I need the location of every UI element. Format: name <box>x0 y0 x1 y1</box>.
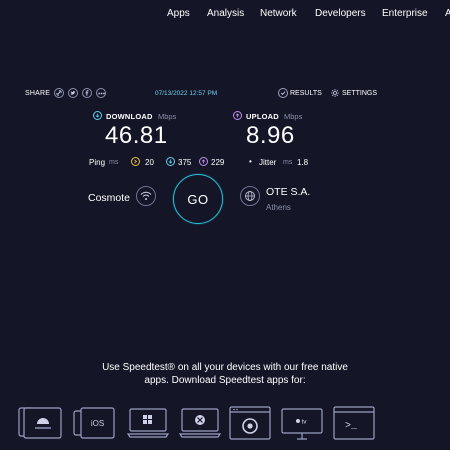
share-label: SHARE <box>25 90 51 97</box>
gear-icon[interactable] <box>330 88 340 98</box>
server-city: Athens <box>266 203 291 212</box>
ping-unit: ms <box>109 159 119 166</box>
mac-app-link[interactable] <box>178 408 222 438</box>
download-unit: Mbps <box>158 112 177 121</box>
idle-latency-icon <box>131 157 140 166</box>
upload-value: 8.96 <box>246 122 295 149</box>
ping-download-value: 375 <box>178 158 192 167</box>
jitter-unit: ms <box>283 159 293 166</box>
promo-line-2: apps. Download Speedtest apps for: <box>144 375 306 386</box>
jitter-label: Jitter <box>259 158 277 167</box>
upload-arrow-icon <box>233 111 242 120</box>
terminal-icon: >_ <box>333 406 375 440</box>
link-icon[interactable] <box>54 88 64 98</box>
facebook-icon[interactable] <box>82 88 92 98</box>
more-icon[interactable] <box>96 88 106 98</box>
apps-promo-text: Use Speedtest® on all your devices with … <box>70 361 380 387</box>
windows-app-link[interactable] <box>126 408 170 438</box>
go-button[interactable]: GO <box>173 174 223 224</box>
android-device-icon <box>18 407 62 439</box>
test-datetime: 07/13/2022 12:57 PM <box>155 90 218 97</box>
windows-device-icon <box>126 408 170 438</box>
appletv-label: tv <box>302 419 308 426</box>
nav-apps[interactable]: Apps <box>167 8 190 19</box>
cli-label: >_ <box>345 421 358 432</box>
ios-label: iOS <box>91 419 104 428</box>
download-value: 46.81 <box>105 122 168 149</box>
download-label: DOWNLOAD <box>106 112 153 121</box>
ios-device-icon: iOS <box>73 407 115 439</box>
mac-device-icon <box>178 408 222 438</box>
jitter-dot-icon: • <box>249 157 252 166</box>
chrome-app-link[interactable] <box>229 406 271 440</box>
nav-about[interactable]: A <box>445 8 450 19</box>
appletv-app-link[interactable]: tv <box>281 408 323 440</box>
download-arrow-icon <box>93 111 102 120</box>
nav-developers[interactable]: Developers <box>315 8 366 19</box>
chrome-device-icon <box>229 406 271 440</box>
nav-enterprise[interactable]: Enterprise <box>382 8 428 19</box>
nav-network[interactable]: Network <box>260 8 297 19</box>
settings-button[interactable]: SETTINGS <box>342 90 377 97</box>
upload-label: UPLOAD <box>246 112 279 121</box>
ping-label: Ping <box>89 158 106 167</box>
results-button[interactable]: RESULTS <box>290 90 322 97</box>
appletv-device-icon: tv <box>281 408 323 440</box>
nav-analysis[interactable]: Analysis <box>207 8 244 19</box>
top-nav: Apps Analysis Network Developers Enterpr… <box>0 0 450 28</box>
checkmark-icon[interactable] <box>278 88 288 98</box>
upload-unit: Mbps <box>284 112 303 121</box>
wifi-icon[interactable] <box>136 186 156 206</box>
download-latency-icon <box>166 157 175 166</box>
ios-app-link[interactable]: iOS <box>73 407 115 439</box>
isp-name[interactable]: Cosmote <box>88 192 130 204</box>
globe-icon[interactable] <box>240 186 260 206</box>
server-name[interactable]: OTE S.A. <box>266 186 310 198</box>
upload-latency-icon <box>199 157 208 166</box>
cli-app-link[interactable]: >_ <box>333 406 375 440</box>
promo-line-1: Use Speedtest® on all your devices with … <box>102 362 348 373</box>
twitter-icon[interactable] <box>68 88 78 98</box>
jitter-value: 1.8 <box>297 158 309 167</box>
ping-idle-value: 20 <box>145 158 154 167</box>
ping-upload-value: 229 <box>211 158 225 167</box>
android-app-link[interactable] <box>18 407 62 439</box>
